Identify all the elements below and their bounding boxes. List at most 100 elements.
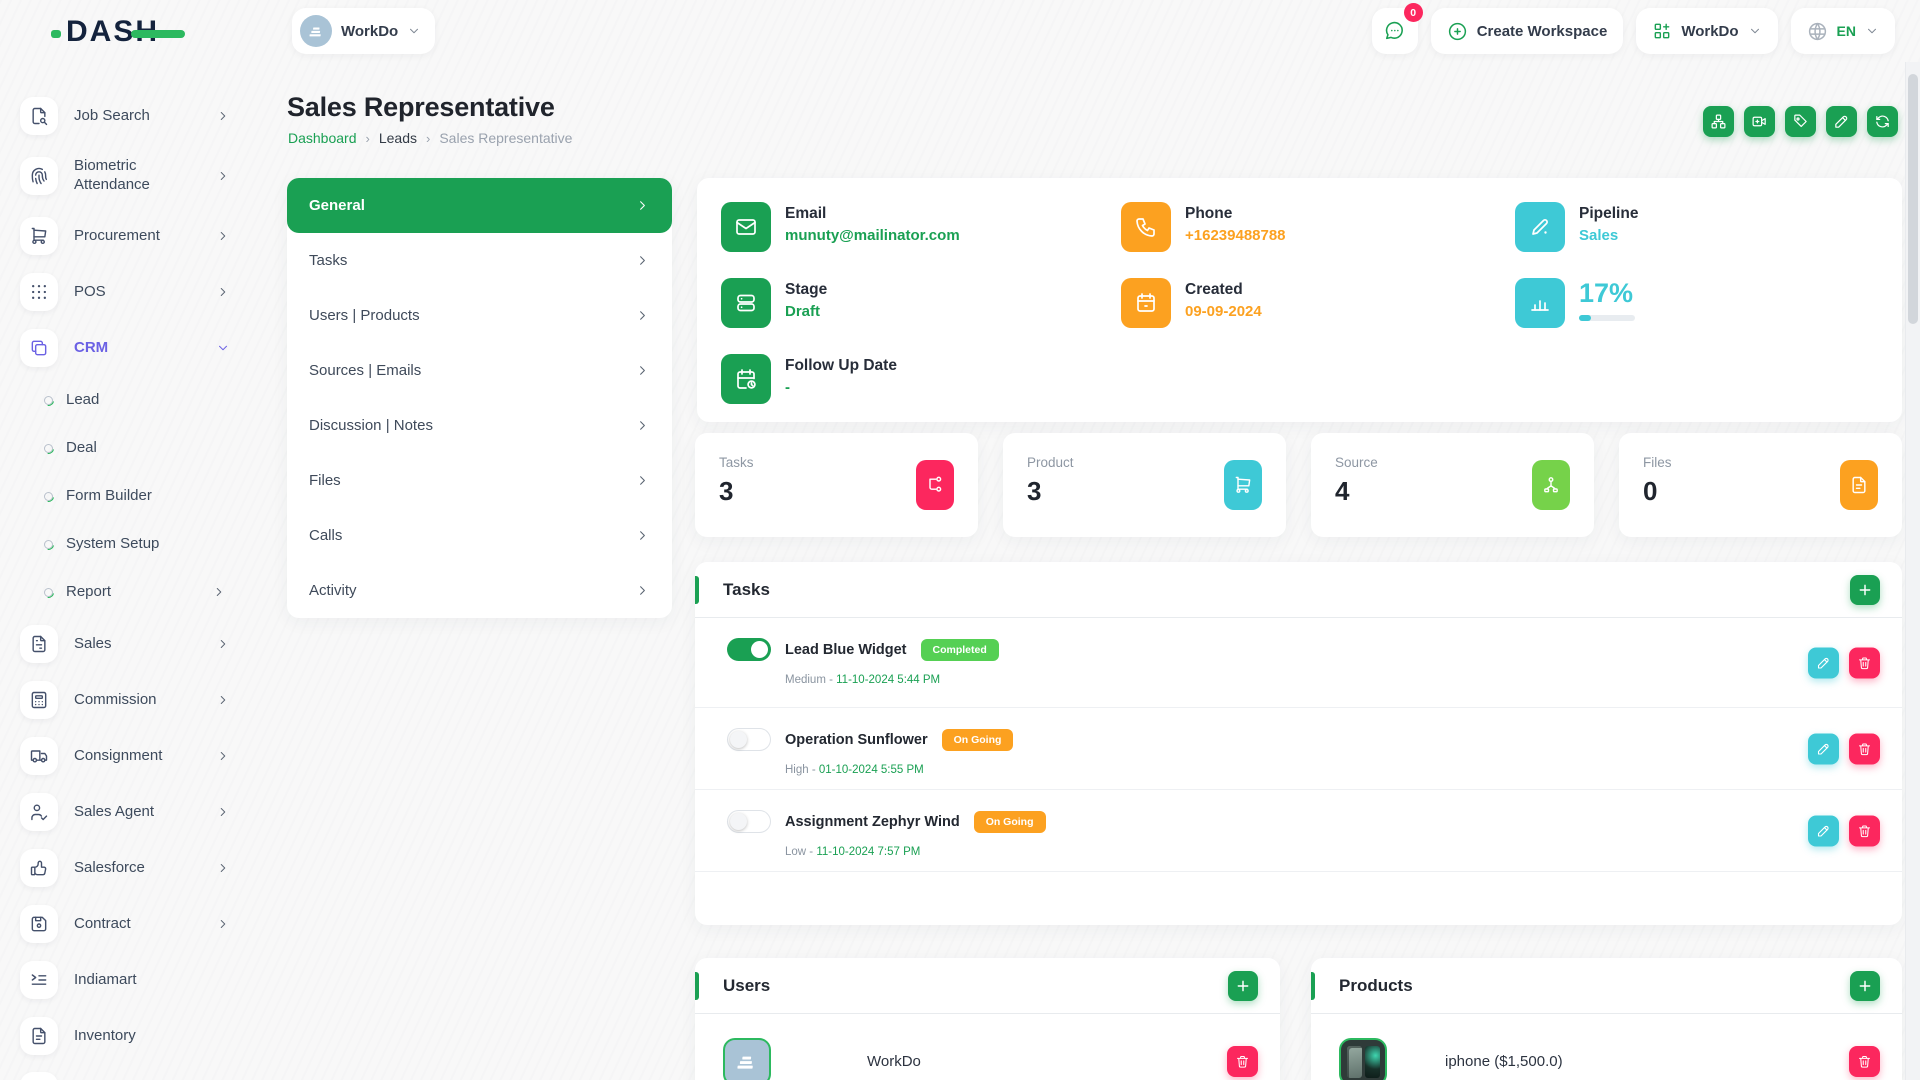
breadcrumb-dashboard[interactable]: Dashboard: [288, 130, 357, 146]
language-selector[interactable]: EN: [1791, 8, 1895, 54]
add-product-button[interactable]: [1850, 971, 1880, 1001]
edit-lead-button[interactable]: [1826, 106, 1857, 137]
sidebar-item-label: Procurement: [74, 227, 196, 246]
chevron-right-icon: [216, 749, 230, 763]
task-complete-toggle[interactable]: [727, 810, 771, 833]
trash-icon: [1235, 1054, 1250, 1069]
sidebar-item-label: Report: [66, 583, 184, 602]
edit-task-button[interactable]: [1808, 647, 1839, 678]
task-status-badge: On Going: [974, 811, 1046, 833]
products-section: Products iphone ($1,500.0): [1311, 958, 1902, 1080]
delete-task-button[interactable]: [1849, 733, 1880, 764]
user-row: WorkDo: [695, 1014, 1280, 1080]
scrollbar[interactable]: [1905, 62, 1920, 1080]
sidebar-item-commission[interactable]: Commission: [20, 672, 258, 728]
circle-icon: [44, 588, 53, 597]
progress-bar-fill: [1579, 315, 1591, 321]
menu-item-users-products[interactable]: Users | Products: [287, 288, 672, 343]
user-name: WorkDo: [867, 1053, 921, 1070]
menu-item-general[interactable]: General: [287, 178, 672, 233]
phone-label: Phone: [1185, 205, 1286, 223]
sidebar-item-form-builder[interactable]: Form Builder: [20, 472, 258, 520]
task-status-badge: On Going: [942, 729, 1014, 751]
sidebar-item-procurement[interactable]: Procurement: [20, 208, 258, 264]
sidebar-item-crm[interactable]: CRM: [20, 320, 258, 376]
convert-button[interactable]: [1867, 106, 1898, 137]
menu-item-label: Users | Products: [309, 307, 420, 324]
menu-item-discussion-notes[interactable]: Discussion | Notes: [287, 398, 672, 453]
pipeline-pencil-icon: [1515, 202, 1565, 252]
sidebar-item-consignment[interactable]: Consignment: [20, 728, 258, 784]
file-invoice-icon: [20, 625, 58, 663]
remove-user-button[interactable]: [1227, 1046, 1258, 1077]
sidebar-item-system-setup[interactable]: System Setup: [20, 520, 258, 568]
sidebar-item-label: Job Search: [74, 107, 196, 126]
chevron-right-icon: [212, 585, 226, 599]
sidebar-item-sales-agent[interactable]: Sales Agent: [20, 784, 258, 840]
menu-item-files[interactable]: Files: [287, 453, 672, 508]
task-complete-toggle[interactable]: [727, 728, 771, 751]
menu-item-label: Discussion | Notes: [309, 417, 433, 434]
messages-button[interactable]: 0: [1372, 8, 1418, 54]
chevron-right-icon: [216, 917, 230, 931]
task-complete-toggle[interactable]: [727, 638, 771, 661]
sidebar-item-inventory[interactable]: Inventory: [20, 1008, 258, 1064]
scrollbar-thumb[interactable]: [1908, 74, 1918, 324]
chevron-right-icon: [635, 363, 650, 378]
menu-item-sources-emails[interactable]: Sources | Emails: [287, 343, 672, 398]
sidebar-item-biometric-attendance[interactable]: Biometric Attendance: [20, 144, 258, 208]
email-value[interactable]: munuty@mailinator.com: [785, 227, 960, 244]
info-phone: Phone +16239488788: [1121, 202, 1286, 252]
sidebar-item-salesforce[interactable]: Salesforce: [20, 840, 258, 896]
workspace-switcher[interactable]: WorkDo: [292, 8, 435, 54]
notification-badge: 0: [1404, 3, 1423, 22]
stage-value: Draft: [785, 303, 827, 320]
sidebar-item-report[interactable]: Report: [20, 568, 258, 616]
meeting-button[interactable]: [1744, 106, 1775, 137]
trash-icon: [1857, 823, 1872, 838]
menu-item-calls[interactable]: Calls: [287, 508, 672, 563]
sidebar-item-contract[interactable]: Contract: [20, 896, 258, 952]
sidebar-item-job-search[interactable]: Job Search: [20, 88, 258, 144]
add-task-button[interactable]: [1850, 575, 1880, 605]
section-accent: [695, 576, 699, 604]
sidebar-item-pos[interactable]: POS: [20, 264, 258, 320]
create-workspace-button[interactable]: Create Workspace: [1431, 8, 1624, 54]
task-status-badge: Completed: [921, 639, 999, 661]
sidebar-item-label: Deal: [66, 439, 184, 458]
remove-product-button[interactable]: [1849, 1046, 1880, 1077]
sidebar-item-label: Contract: [74, 915, 196, 934]
labels-button[interactable]: [1703, 106, 1734, 137]
dash-logo[interactable]: DASH: [66, 16, 159, 48]
tasks-section: Tasks Lead Blue Widget Completed Medium …: [695, 562, 1902, 925]
workdo-menu-label: WorkDo: [1681, 23, 1738, 40]
sidebar-item-lead[interactable]: Lead: [20, 376, 258, 424]
breadcrumb-leads[interactable]: Leads: [379, 130, 417, 146]
tag-button[interactable]: [1785, 106, 1816, 137]
task-priority: Medium: [785, 674, 826, 686]
chevron-right-icon: [635, 583, 650, 598]
menu-item-tasks[interactable]: Tasks: [287, 233, 672, 288]
edit-task-button[interactable]: [1808, 733, 1839, 764]
followup-label: Follow Up Date: [785, 357, 897, 375]
menu-item-label: Activity: [309, 582, 357, 599]
file-icon: [1840, 460, 1878, 510]
plus-circle-icon: [1447, 21, 1468, 42]
add-user-button[interactable]: [1228, 971, 1258, 1001]
menu-item-label: Tasks: [309, 252, 347, 269]
workdo-apps-dropdown[interactable]: WorkDo: [1636, 8, 1777, 54]
delete-task-button[interactable]: [1849, 815, 1880, 846]
circle-icon: [44, 444, 53, 453]
info-stage: Stage Draft: [721, 278, 827, 328]
menu-item-activity[interactable]: Activity: [287, 563, 672, 618]
sidebar-item-deal[interactable]: Deal: [20, 424, 258, 472]
sidebar-item-label: Sales Agent: [74, 803, 196, 822]
edit-task-button[interactable]: [1808, 815, 1839, 846]
products-header: Products: [1311, 958, 1902, 1014]
sidebar-item-sales[interactable]: Sales: [20, 616, 258, 672]
stat-card-files: Files 0: [1619, 433, 1902, 537]
building-icon: [307, 22, 326, 41]
sidebar-item-indiamart[interactable]: Indiamart: [20, 952, 258, 1008]
delete-task-button[interactable]: [1849, 647, 1880, 678]
task-meta-separator: -: [809, 764, 819, 776]
